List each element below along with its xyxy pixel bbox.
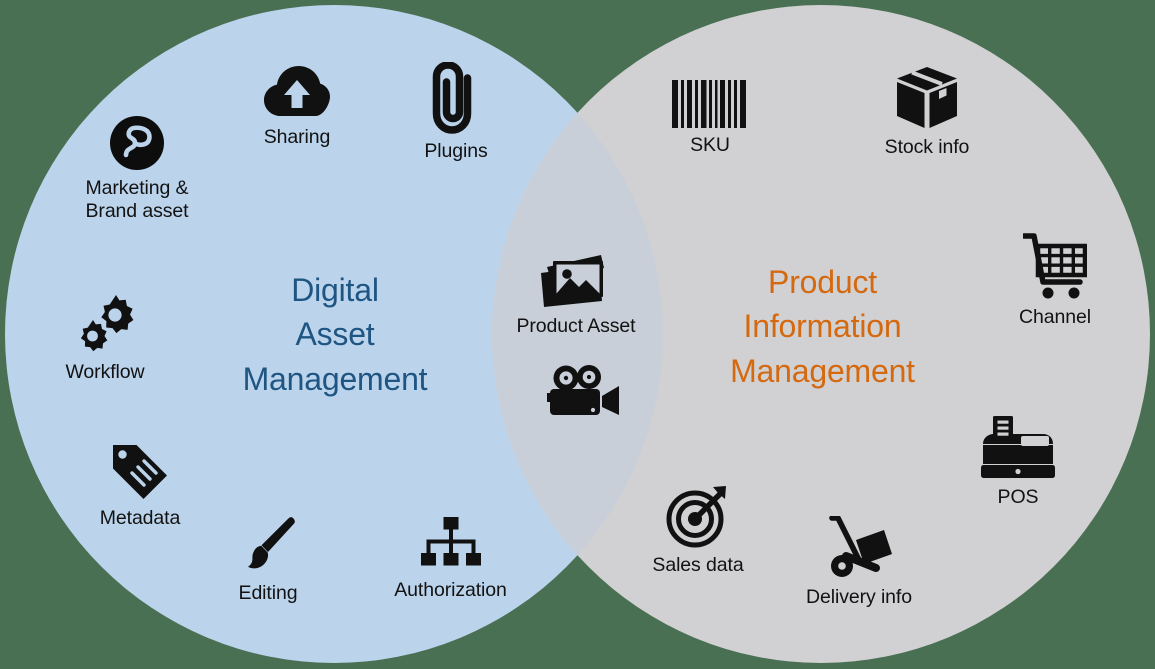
item-label: Authorization — [394, 579, 507, 601]
item-label: Sharing — [263, 126, 331, 148]
item-plugins[interactable]: Plugins — [396, 61, 516, 163]
movie-camera-icon — [547, 365, 625, 417]
item-editing[interactable]: Editing — [208, 514, 328, 605]
box-icon — [895, 66, 959, 130]
item-label: Workflow — [65, 361, 145, 383]
paintbrush-icon — [237, 514, 299, 576]
item-label: Channel — [1019, 306, 1091, 328]
cloud-upload-icon — [264, 66, 330, 120]
hand-truck-icon — [826, 515, 892, 580]
item-workflow[interactable]: Workflow — [45, 293, 165, 384]
item-label: Editing — [238, 582, 298, 604]
item-marketing-brand-asset[interactable]: Marketing & Brand asset — [62, 115, 212, 223]
venn-diagram-canvas: Digital Asset Management Product Informa… — [0, 0, 1155, 669]
item-metadata[interactable]: Metadata — [80, 443, 200, 530]
item-stock-info[interactable]: Stock info — [867, 66, 987, 159]
item-channel[interactable]: Channel — [995, 232, 1115, 329]
item-label: Stock info — [884, 136, 970, 158]
item-label: Sales data — [652, 554, 744, 576]
item-label: POS — [997, 486, 1039, 508]
item-label: Metadata — [99, 507, 181, 529]
item-pos[interactable]: POS — [958, 416, 1078, 509]
brand-badge-icon — [109, 115, 165, 171]
item-label: Product Asset — [516, 315, 636, 337]
gears-icon — [74, 293, 136, 355]
item-authorization[interactable]: Authorization — [378, 517, 523, 602]
item-product-asset[interactable]: Product Asset — [508, 253, 644, 338]
cash-register-icon — [981, 416, 1055, 480]
item-movie-camera[interactable] — [547, 365, 625, 423]
photos-icon — [539, 253, 613, 309]
item-sku[interactable]: SKU — [650, 80, 770, 157]
barcode-icon — [672, 80, 748, 128]
item-delivery-info[interactable]: Delivery info — [799, 515, 919, 609]
org-chart-icon — [420, 517, 482, 573]
dam-title: Digital Asset Management — [242, 272, 428, 397]
item-label: SKU — [690, 134, 730, 156]
target-dart-icon — [666, 484, 730, 548]
item-sales-data[interactable]: Sales data — [638, 484, 758, 577]
item-label: Marketing & Brand asset — [85, 177, 189, 222]
pim-title: Product Information Management — [730, 264, 915, 389]
tag-icon — [111, 443, 169, 501]
shopping-cart-icon — [1021, 232, 1088, 300]
item-label: Plugins — [424, 140, 488, 162]
item-label: Delivery info — [806, 586, 912, 608]
item-sharing[interactable]: Sharing — [237, 66, 357, 149]
paperclip-icon — [431, 61, 481, 134]
